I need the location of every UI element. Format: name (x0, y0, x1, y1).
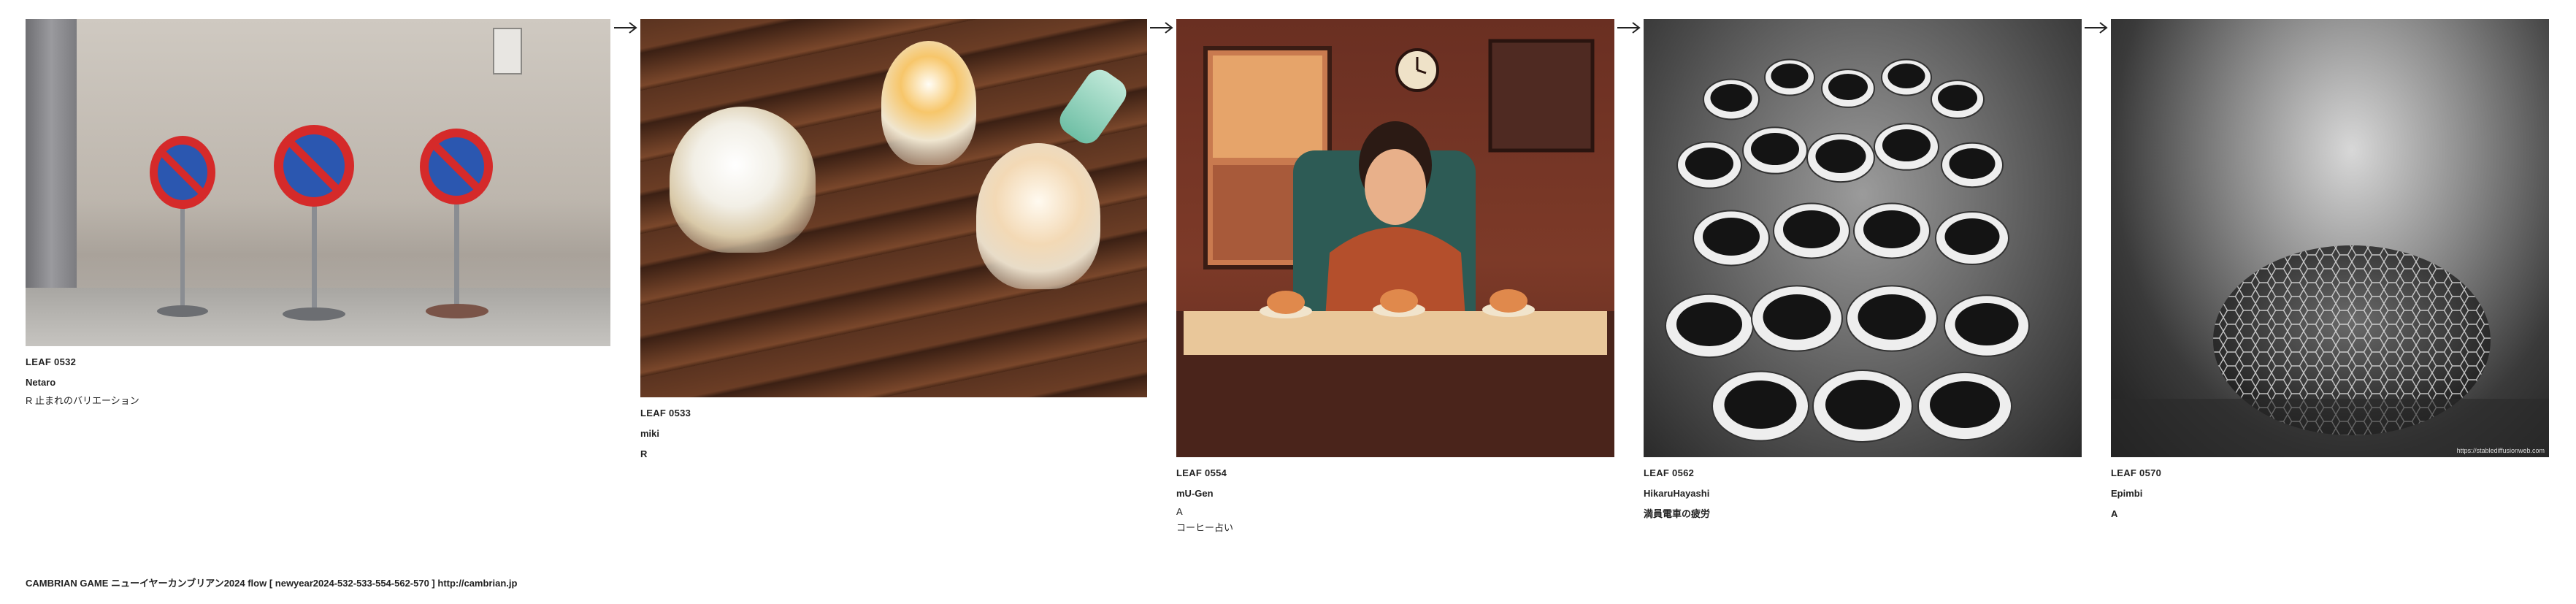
leaf-title: コーヒー占い (1176, 522, 1234, 533)
leaf-code: LEAF 0533 (640, 408, 691, 418)
leaf-image-coffee-fortune[interactable] (1176, 19, 1614, 457)
leaf-meta: 満員電車の疲労 (1644, 508, 1711, 519)
no-parking-sign (150, 136, 215, 326)
watermark-url: https://stablediffusionweb.com (2456, 447, 2545, 454)
leaf-image-no-parking-signs[interactable] (26, 19, 610, 346)
leaf-meta: A (1176, 506, 1183, 517)
leaf-code: LEAF 0570 (2111, 467, 2162, 478)
leaf-code: LEAF 0562 (1644, 467, 1695, 478)
bottle (1054, 64, 1132, 150)
leaf-author[interactable]: mU-Gen (1176, 483, 1614, 504)
leaf-image-geodesic-mound[interactable]: https://stablediffusionweb.com (2111, 19, 2549, 457)
leaf-author[interactable]: miki (640, 424, 1147, 444)
leaf-card-0570[interactable]: https://stablediffusionweb.com LEAF 0570… (2111, 19, 2549, 524)
no-parking-sign (420, 129, 493, 326)
leaf-author[interactable]: HikaruHayashi (1644, 483, 2082, 504)
leaf-caption: LEAF 0570 Epimbi A (2111, 463, 2549, 524)
ice-cream-cup (670, 107, 816, 253)
leaf-card-0532[interactable]: LEAF 0532 Netaro R 止まれのバリエーション (26, 19, 610, 409)
flow-arrow-icon (1150, 22, 1173, 34)
footer-flow-info: CAMBRIAN GAME ニューイヤーカンブリアン2024 flow [ ne… (26, 578, 518, 589)
leaf-code: LEAF 0554 (1176, 467, 1227, 478)
leaf-author[interactable]: Netaro (26, 372, 610, 393)
parfait-cup (881, 41, 976, 165)
wall-box (493, 28, 522, 74)
leaf-title: 止まれのバリエーション (35, 395, 139, 406)
leaf-card-0562[interactable]: LEAF 0562 HikaruHayashi 満員電車の疲労 (1644, 19, 2082, 524)
flow-arrow-icon (614, 22, 637, 34)
leaf-meta-title: R 止まれのバリエーション (26, 393, 610, 409)
leaf-image-coffee-cups[interactable] (1644, 19, 2082, 457)
leaf-caption: LEAF 0554 mU-Gen A コーヒー占い (1176, 463, 1614, 536)
leaf-image-parfaits[interactable] (640, 19, 1147, 397)
leaf-meta: R (640, 448, 648, 459)
leaf-meta: R (26, 395, 33, 406)
leaf-meta: A (2111, 508, 2118, 519)
flow-arrow-icon (1617, 22, 1641, 34)
flow-arrow-icon (2085, 22, 2108, 34)
leaf-caption: LEAF 0562 HikaruHayashi 満員電車の疲労 (1644, 463, 2082, 524)
leaf-code: LEAF 0532 (26, 356, 77, 367)
parfait-cup (976, 143, 1100, 289)
leaf-author[interactable]: Epimbi (2111, 483, 2549, 504)
no-parking-sign (274, 125, 354, 329)
leaf-caption: LEAF 0532 Netaro R 止まれのバリエーション (26, 352, 610, 409)
leaf-card-0533[interactable]: LEAF 0533 miki R (640, 19, 1147, 465)
leaf-caption: LEAF 0533 miki R (640, 403, 1147, 465)
leaf-card-0554[interactable]: LEAF 0554 mU-Gen A コーヒー占い (1176, 19, 1614, 536)
